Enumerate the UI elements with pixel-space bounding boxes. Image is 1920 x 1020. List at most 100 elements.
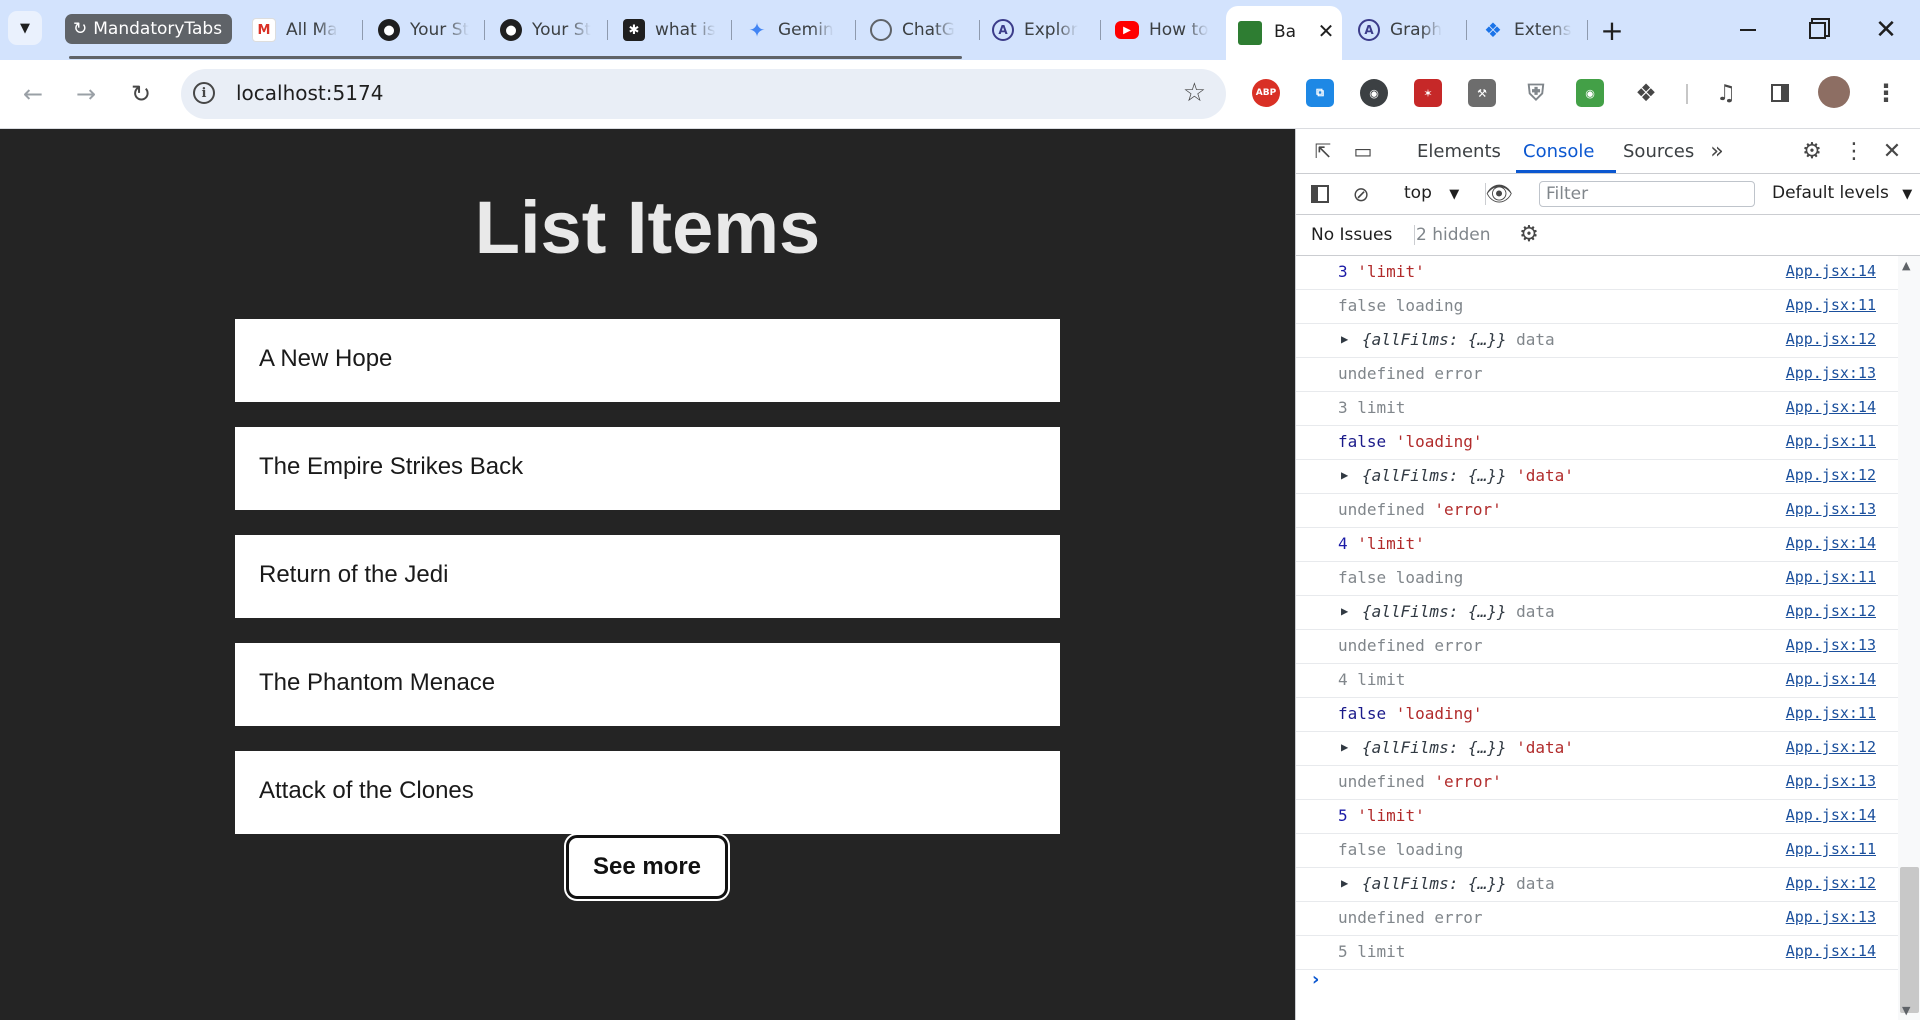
tab-sources[interactable]: Sources: [1623, 141, 1694, 162]
sidebar-toggle-icon[interactable]: [1307, 182, 1333, 206]
console-log-row[interactable]: ▶ {allFilms: {…}} data App.jsx:12: [1296, 324, 1898, 358]
source-link[interactable]: App.jsx:13: [1786, 500, 1876, 518]
page-title: List Items: [474, 186, 821, 269]
source-link[interactable]: App.jsx:14: [1786, 534, 1876, 552]
avatar[interactable]: [1818, 76, 1850, 108]
address-bar[interactable]: i localhost:5174 ☆: [181, 69, 1226, 119]
see-more-button[interactable]: See more: [566, 835, 728, 899]
tools-extension-icon[interactable]: ⚒: [1468, 79, 1496, 107]
bookmark-star-icon[interactable]: ☆: [1183, 78, 1206, 108]
back-button[interactable]: ←: [13, 74, 53, 114]
source-link[interactable]: App.jsx:11: [1786, 296, 1876, 314]
tab-group-label[interactable]: ↻ MandatoryTabs: [65, 14, 233, 44]
context-select[interactable]: top ▼: [1404, 183, 1459, 203]
clear-console-icon[interactable]: ⊘: [1348, 182, 1374, 206]
tab-elements[interactable]: Elements: [1417, 141, 1501, 162]
source-link[interactable]: App.jsx:12: [1786, 738, 1876, 756]
source-link[interactable]: App.jsx:14: [1786, 806, 1876, 824]
issues-count[interactable]: No Issues: [1311, 225, 1392, 245]
tab-apollo-graph[interactable]: A Graph: [1358, 13, 1458, 47]
adblock-extension-icon[interactable]: ABP: [1252, 79, 1280, 107]
tab-extensions[interactable]: ❖ Extens: [1482, 13, 1582, 47]
console-message: undefined error: [1338, 908, 1483, 927]
console-prompt-chevron-icon[interactable]: ›: [1312, 969, 1319, 990]
close-tab-icon[interactable]: ✕: [1312, 17, 1340, 45]
expand-triangle-icon[interactable]: ▶: [1341, 876, 1348, 890]
extension-icon[interactable]: ✶: [1414, 79, 1442, 107]
source-link[interactable]: App.jsx:14: [1786, 942, 1876, 960]
more-tabs-chevron-icon[interactable]: »: [1704, 139, 1730, 164]
source-link[interactable]: App.jsx:13: [1786, 636, 1876, 654]
forward-button[interactable]: →: [66, 74, 106, 114]
reload-button[interactable]: ↻: [121, 74, 161, 114]
source-link[interactable]: App.jsx:14: [1786, 262, 1876, 280]
gear-icon[interactable]: ⚙: [1799, 139, 1825, 164]
source-link[interactable]: App.jsx:11: [1786, 704, 1876, 722]
scrollbar-thumb[interactable]: [1900, 867, 1919, 1013]
tab-youtube[interactable]: ▶ How to: [1115, 13, 1215, 47]
console-filter-input[interactable]: Filter: [1539, 181, 1755, 207]
source-link[interactable]: App.jsx:12: [1786, 874, 1876, 892]
console-message: undefined 'error': [1338, 772, 1502, 791]
shield-icon[interactable]: ⛨: [1522, 79, 1550, 107]
source-link[interactable]: App.jsx:14: [1786, 670, 1876, 688]
menu-kebab-icon[interactable]: ⋮: [1872, 79, 1900, 107]
source-link[interactable]: App.jsx:14: [1786, 398, 1876, 416]
tab-gemini[interactable]: ✦ Gemin: [746, 13, 846, 47]
extension-icon[interactable]: ◉: [1576, 79, 1604, 107]
console-log-row[interactable]: ▶ {allFilms: {…}} data App.jsx:12: [1296, 596, 1898, 630]
scroll-up-arrow-icon[interactable]: ▲: [1902, 259, 1910, 272]
color-picker-extension-icon[interactable]: ◉: [1360, 79, 1388, 107]
log-levels-select[interactable]: Default levels ▼: [1772, 183, 1912, 203]
console-log-row[interactable]: ▶ {allFilms: {…}} 'data' App.jsx:12: [1296, 460, 1898, 494]
source-link[interactable]: App.jsx:13: [1786, 908, 1876, 926]
console-message: {allFilms: {…}} 'data': [1362, 466, 1574, 485]
tab-perplexity[interactable]: ✱ what is: [623, 13, 723, 47]
chatgpt-icon: [870, 19, 892, 41]
expand-triangle-icon[interactable]: ▶: [1341, 332, 1348, 346]
scroll-down-arrow-icon[interactable]: ▼: [1902, 1004, 1910, 1017]
source-link[interactable]: App.jsx:11: [1786, 840, 1876, 858]
source-link[interactable]: App.jsx:11: [1786, 568, 1876, 586]
tab-apollo-explorer[interactable]: A Explor: [992, 13, 1092, 47]
media-controls-icon[interactable]: ♫: [1712, 79, 1740, 107]
source-link[interactable]: App.jsx:12: [1786, 466, 1876, 484]
console-log-row[interactable]: ▶ {allFilms: {…}} data App.jsx:12: [1296, 868, 1898, 902]
tab-search-button[interactable]: ▼: [8, 11, 42, 45]
console-token: 'error': [1424, 500, 1502, 519]
restore-button[interactable]: [1797, 10, 1837, 50]
expand-triangle-icon[interactable]: ▶: [1341, 468, 1348, 482]
menu-kebab-icon[interactable]: ⋮: [1841, 139, 1867, 164]
source-link[interactable]: App.jsx:12: [1786, 330, 1876, 348]
url-text[interactable]: localhost:5174: [236, 81, 383, 105]
gear-icon[interactable]: ⚙: [1516, 222, 1542, 247]
tab-console[interactable]: Console: [1523, 141, 1594, 162]
device-toolbar-icon[interactable]: ▭: [1350, 139, 1376, 163]
tab-gmail[interactable]: M All Ma: [252, 13, 350, 47]
side-panel-icon[interactable]: [1766, 79, 1794, 107]
source-link[interactable]: App.jsx:13: [1786, 364, 1876, 382]
site-info-icon[interactable]: i: [193, 82, 215, 104]
console-message: false loading: [1338, 840, 1463, 859]
eye-icon[interactable]: 👁: [1485, 182, 1513, 207]
source-link[interactable]: App.jsx:12: [1786, 602, 1876, 620]
extension-icon[interactable]: ⧉: [1306, 79, 1334, 107]
tab-github-2[interactable]: ● Your St: [500, 13, 598, 47]
tab-active[interactable]: Ba ✕: [1226, 6, 1342, 60]
inspect-element-icon[interactable]: ⇱: [1310, 139, 1336, 163]
tab-chatgpt[interactable]: ChatG: [870, 13, 970, 47]
source-link[interactable]: App.jsx:13: [1786, 772, 1876, 790]
console-log-row[interactable]: ▶ {allFilms: {…}} 'data' App.jsx:12: [1296, 732, 1898, 766]
console-log-row: false 'loading' App.jsx:11: [1296, 426, 1898, 460]
close-icon[interactable]: ✕: [1879, 139, 1905, 164]
expand-triangle-icon[interactable]: ▶: [1341, 604, 1348, 618]
console-message: 5 limit: [1338, 942, 1405, 961]
puzzle-icon[interactable]: ❖: [1632, 79, 1660, 107]
expand-triangle-icon[interactable]: ▶: [1341, 740, 1348, 754]
console-token: {allFilms: {…}}: [1362, 738, 1507, 757]
new-tab-button[interactable]: +: [1596, 14, 1628, 47]
minimize-button[interactable]: [1728, 10, 1768, 50]
tab-github-1[interactable]: ● Your St: [378, 13, 476, 47]
close-window-button[interactable]: ✕: [1866, 10, 1906, 50]
source-link[interactable]: App.jsx:11: [1786, 432, 1876, 450]
